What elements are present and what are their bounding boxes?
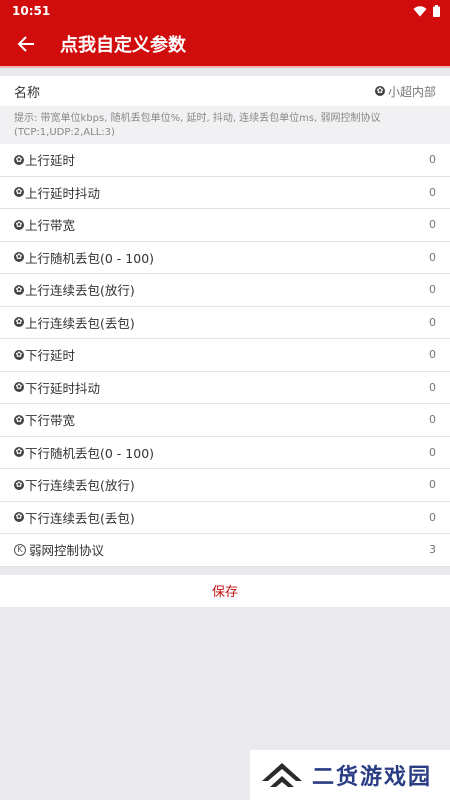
param-label-group: ✿ 下行延时 (14, 345, 75, 364)
param-label: 上行延时抖动 (25, 185, 101, 201)
param-row[interactable]: ✿ 下行延时抖动 0 (0, 372, 450, 404)
gear-icon: ✿ (14, 187, 24, 198)
gear-icon: ✿ (14, 447, 24, 458)
param-value: 0 (429, 478, 436, 492)
gear-icon: ✿ (14, 349, 24, 360)
name-value: 小超内部 (387, 84, 436, 99)
param-value: 0 (429, 510, 436, 524)
status-time: 10:51 (12, 4, 51, 18)
param-row[interactable]: ✿ 下行随机丢包(0 - 100) 0 (0, 437, 450, 469)
status-bar: 10:51 (0, 0, 450, 22)
param-label-group: ✿ 上行连续丢包(丢包) (14, 313, 135, 332)
param-label-group: ✿ 上行随机丢包(0 - 100) (14, 248, 154, 267)
param-label-group: ✿ 下行随机丢包(0 - 100) (14, 443, 154, 462)
param-label: 弱网控制协议 (29, 543, 105, 559)
gear-icon: ✿ (14, 252, 24, 263)
save-button[interactable]: 保存 (0, 574, 450, 607)
gear-icon: ✿ (14, 382, 24, 393)
param-value: 0 (429, 250, 436, 264)
param-value: 0 (429, 445, 436, 459)
back-arrow-icon (17, 36, 34, 52)
gear-icon: ✿ (14, 219, 24, 230)
param-label-group: ✿ 下行连续丢包(丢包) (14, 508, 135, 527)
hint-text: 提示: 带宽单位kbps, 随机丢包单位%, 延时, 抖动, 连续丢包单位ms,… (0, 106, 450, 144)
name-value-group: ✿ 小超内部 (374, 83, 436, 100)
param-row[interactable]: ✿ 上行带宽 0 (0, 209, 450, 242)
param-row[interactable]: ✿ 下行连续丢包(放行) 0 (0, 469, 450, 502)
app-bar: 点我自定义参数 (0, 22, 450, 66)
param-label: 下行带宽 (25, 413, 76, 429)
param-value: 0 (429, 185, 436, 199)
status-icons (413, 5, 440, 17)
param-row[interactable]: ✿ 上行连续丢包(丢包) 0 (0, 307, 450, 339)
gear-icon: ✿ (14, 284, 24, 295)
param-label-group: ✿ 下行连续丢包(放行) (14, 475, 135, 494)
param-label-group: ✿ 上行延时 (14, 150, 75, 169)
watermark-text: 二货游戏园 (312, 765, 433, 790)
param-label: 下行连续丢包(丢包) (25, 510, 135, 526)
name-label: 名称 (14, 85, 41, 101)
param-label-group: K 弱网控制协议 (14, 540, 104, 559)
watermark-logo-icon (262, 763, 302, 787)
param-value: 0 (429, 283, 436, 297)
param-value: 0 (429, 380, 436, 394)
page-title: 点我自定义参数 (60, 35, 186, 56)
param-label-group: ✿ 上行延时抖动 (14, 183, 100, 202)
wifi-icon (413, 5, 427, 16)
back-button[interactable] (14, 32, 38, 56)
param-row[interactable]: ✿ 上行随机丢包(0 - 100) 0 (0, 242, 450, 274)
param-row[interactable]: ✿ 下行延时 0 (0, 339, 450, 372)
gear-icon: ✿ (14, 154, 24, 165)
gear-icon: ✿ (14, 317, 24, 328)
gear-icon: ✿ (374, 86, 385, 96)
param-label-group: ✿ 上行带宽 (14, 215, 75, 234)
divider (0, 66, 450, 76)
gear-icon: ✿ (14, 414, 24, 425)
param-row[interactable]: ✿ 上行连续丢包(放行) 0 (0, 274, 450, 307)
spacer (0, 566, 450, 575)
param-label: 上行连续丢包(丢包) (25, 315, 135, 331)
param-label: 下行随机丢包(0 - 100) (25, 445, 155, 461)
param-row[interactable]: ✿ 上行延时抖动 0 (0, 177, 450, 209)
param-label: 下行延时抖动 (25, 380, 101, 396)
param-list: ✿ 上行延时 0 ✿ 上行延时抖动 0 ✿ 上行带宽 0 ✿ 上行随机丢包(0 - 100) 0 ✿ 上行… (0, 144, 450, 567)
param-value: 0 (429, 413, 436, 427)
param-label-group: ✿ 上行连续丢包(放行) (14, 280, 135, 299)
gear-icon: ✿ (14, 512, 24, 523)
param-label: 上行延时 (25, 153, 76, 169)
param-label: 上行连续丢包(放行) (25, 283, 135, 299)
param-label-group: ✿ 下行延时抖动 (14, 378, 100, 397)
param-value: 3 (429, 543, 436, 557)
name-row[interactable]: 名称 ✿ 小超内部 (0, 76, 450, 106)
param-row[interactable]: ✿ 下行连续丢包(丢包) 0 (0, 502, 450, 534)
param-label: 上行随机丢包(0 - 100) (25, 250, 155, 266)
protocol-icon: K (14, 543, 26, 556)
param-value: 0 (429, 218, 436, 232)
gear-icon: ✿ (14, 479, 24, 490)
param-value: 0 (429, 315, 436, 329)
param-row[interactable]: ✿ 上行延时 0 (0, 144, 450, 177)
watermark: 二货游戏园 (250, 750, 450, 800)
param-label-group: ✿ 下行带宽 (14, 410, 75, 429)
param-row[interactable]: K 弱网控制协议 3 (0, 534, 450, 567)
param-value: 0 (429, 153, 436, 167)
param-label: 下行延时 (25, 348, 76, 364)
param-label: 下行连续丢包(放行) (25, 478, 135, 494)
param-value: 0 (429, 348, 436, 362)
param-row[interactable]: ✿ 下行带宽 0 (0, 404, 450, 437)
battery-icon (433, 5, 440, 17)
param-label: 上行带宽 (25, 218, 76, 234)
